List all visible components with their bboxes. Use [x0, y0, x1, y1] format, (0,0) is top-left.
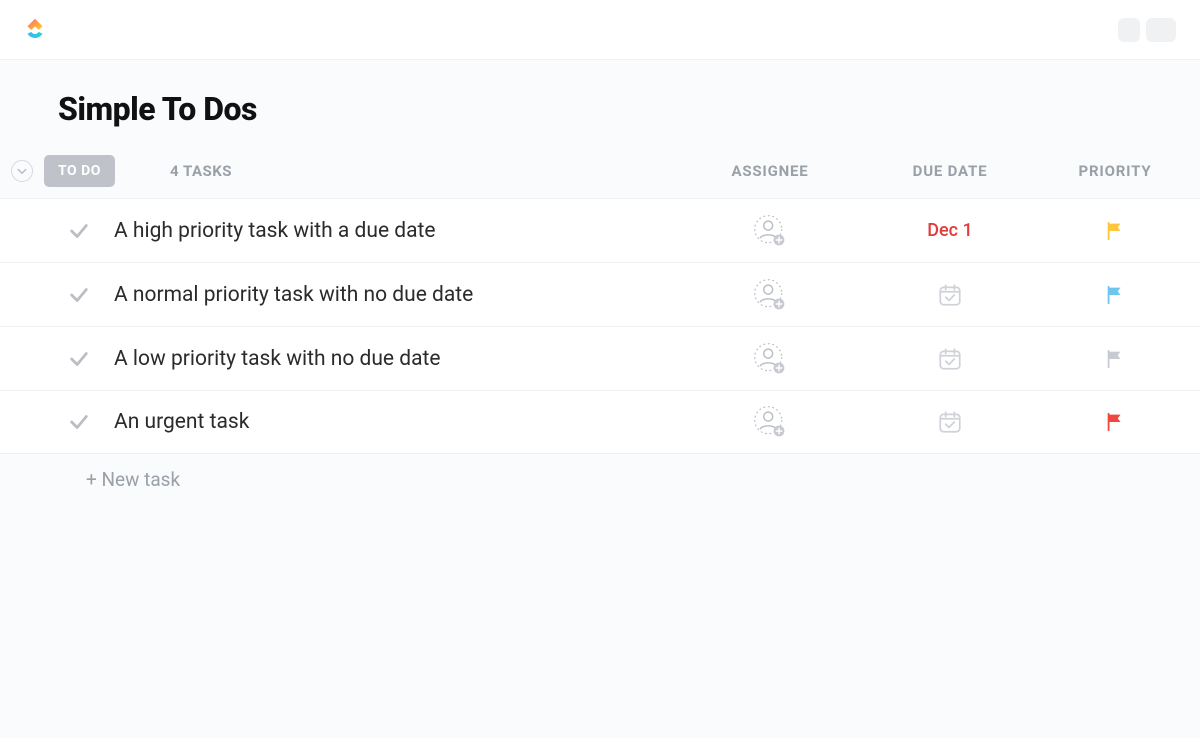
due-date-empty-icon[interactable] [860, 282, 1040, 308]
assignee-add-icon[interactable] [680, 213, 860, 249]
topbar-actions [1118, 18, 1176, 42]
task-row[interactable]: A low priority task with no due date [0, 326, 1200, 390]
task-row[interactable]: A high priority task with a due date Dec… [0, 198, 1200, 262]
column-header-priority: PRIORITY [1040, 162, 1190, 180]
due-date[interactable]: Dec 1 [860, 220, 1040, 241]
app-logo [20, 15, 50, 45]
collapse-toggle[interactable] [11, 160, 33, 182]
task-title[interactable]: A high priority task with a due date [114, 219, 680, 243]
topbar-chip[interactable] [1118, 18, 1140, 42]
due-date-empty-icon[interactable] [860, 409, 1040, 435]
content: Simple To Dos TO DO 4 TASKS ASSIGNEE DUE… [0, 60, 1200, 738]
task-row[interactable]: A normal priority task with no due date [0, 262, 1200, 326]
complete-check-icon[interactable] [44, 411, 114, 433]
complete-check-icon[interactable] [44, 284, 114, 306]
task-title[interactable]: An urgent task [114, 410, 680, 434]
column-header-assignee: ASSIGNEE [680, 162, 860, 180]
assignee-add-icon[interactable] [680, 341, 860, 377]
new-task-button[interactable]: + New task [0, 454, 1200, 491]
assignee-add-icon[interactable] [680, 277, 860, 313]
task-title[interactable]: A low priority task with no due date [114, 347, 680, 371]
topbar-chip[interactable] [1146, 18, 1176, 42]
priority-flag-icon[interactable] [1040, 411, 1190, 433]
task-list: A high priority task with a due date Dec… [0, 198, 1200, 454]
topbar [0, 0, 1200, 60]
complete-check-icon[interactable] [44, 220, 114, 242]
status-pill[interactable]: TO DO [44, 155, 115, 187]
list-header: TO DO 4 TASKS ASSIGNEE DUE DATE PRIORITY [0, 148, 1200, 194]
due-date-text[interactable]: Dec 1 [927, 220, 973, 241]
task-row[interactable]: An urgent task [0, 390, 1200, 454]
due-date-empty-icon[interactable] [860, 346, 1040, 372]
complete-check-icon[interactable] [44, 348, 114, 370]
assignee-add-icon[interactable] [680, 404, 860, 440]
priority-flag-icon[interactable] [1040, 220, 1190, 242]
page-title: Simple To Dos [58, 90, 1200, 128]
priority-flag-icon[interactable] [1040, 348, 1190, 370]
task-title[interactable]: A normal priority task with no due date [114, 283, 680, 307]
task-count: 4 TASKS [156, 162, 680, 180]
priority-flag-icon[interactable] [1040, 284, 1190, 306]
column-header-due-date: DUE DATE [860, 162, 1040, 180]
